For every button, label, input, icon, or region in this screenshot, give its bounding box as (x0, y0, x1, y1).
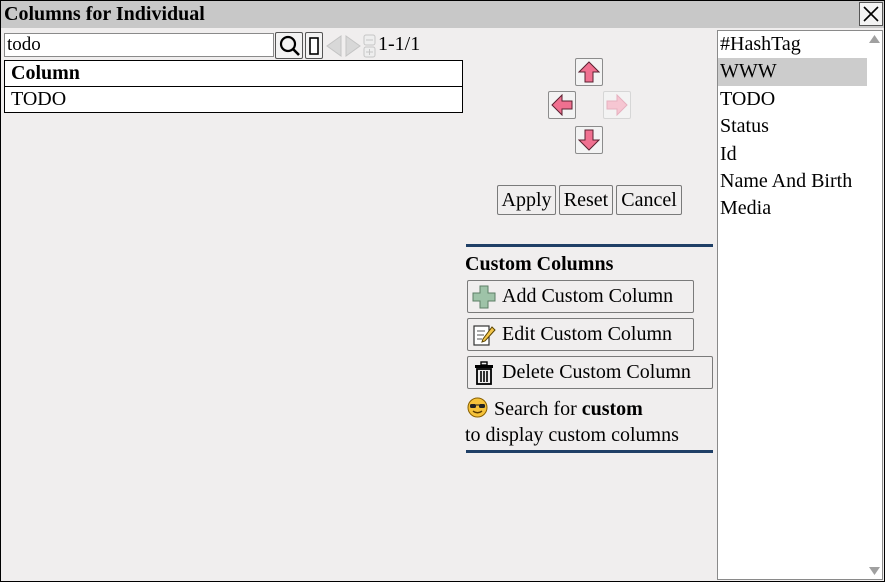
reset-button[interactable]: Reset (559, 185, 613, 215)
apply-button[interactable]: Apply (497, 185, 556, 215)
close-icon (863, 6, 879, 22)
custom-hint-line1: Search for custom (467, 397, 643, 421)
columns-list[interactable]: #HashTag WWW TODO Status Id Name And Bir… (717, 30, 883, 580)
move-down-button[interactable] (575, 126, 603, 154)
list-item[interactable]: Name And Birth (718, 168, 867, 195)
sunglasses-smiley-icon (467, 397, 488, 418)
list-item[interactable]: #HashTag (718, 31, 867, 58)
list-item[interactable]: Status (718, 113, 867, 140)
add-custom-column-button[interactable]: Add Custom Column (467, 280, 694, 313)
arrow-right-icon (606, 94, 628, 116)
add-custom-column-label: Add Custom Column (502, 285, 674, 307)
separator (466, 450, 713, 453)
collapse-expand-icon (363, 34, 376, 58)
arrow-left-icon (551, 94, 573, 116)
list-item[interactable]: Id (718, 141, 867, 168)
custom-hint-line2: to display custom columns (465, 424, 679, 446)
table-cell: TODO (4, 86, 463, 113)
search-input[interactable]: todo (4, 33, 274, 57)
move-right-button[interactable] (603, 91, 631, 119)
clear-search-button[interactable] (305, 32, 323, 59)
separator (466, 244, 713, 247)
close-button[interactable] (859, 2, 883, 26)
scroll-up-icon[interactable] (869, 35, 880, 43)
list-item-selected[interactable]: WWW (718, 58, 867, 86)
hint-prefix: Search for (494, 398, 577, 420)
edit-custom-column-button[interactable]: Edit Custom Column (467, 318, 694, 351)
result-count: 1-1/1 (378, 33, 421, 55)
clear-box-icon (309, 37, 319, 55)
plus-icon (472, 285, 496, 309)
list-item[interactable]: TODO (718, 86, 867, 113)
hint-keyword: custom (581, 398, 643, 420)
title-bar: Columns for Individual (1, 1, 884, 28)
arrow-down-icon (578, 129, 600, 151)
move-left-button[interactable] (548, 91, 576, 119)
custom-columns-heading: Custom Columns (465, 253, 614, 275)
edit-pencil-icon (473, 325, 496, 346)
table-row[interactable]: TODO (4, 86, 463, 113)
search-button[interactable] (275, 32, 303, 59)
list-item[interactable]: Media (718, 195, 867, 222)
next-page-icon (345, 35, 361, 57)
table-header-column: Column (4, 60, 463, 87)
dialog-title: Columns for Individual (4, 3, 205, 25)
delete-custom-column-button[interactable]: Delete Custom Column (467, 356, 713, 389)
scroll-down-icon[interactable] (869, 567, 880, 575)
arrow-up-icon (578, 61, 600, 83)
cancel-button[interactable]: Cancel (616, 185, 682, 215)
results-table: Column TODO (4, 60, 463, 113)
prev-page-icon (326, 35, 342, 57)
columns-dialog: Columns for Individual todo 1-1/1 Column… (0, 0, 885, 582)
move-up-button[interactable] (575, 58, 603, 86)
edit-custom-column-label: Edit Custom Column (502, 323, 673, 345)
delete-custom-column-label: Delete Custom Column (502, 361, 691, 383)
trash-icon (475, 361, 493, 385)
magnifier-icon (279, 35, 300, 56)
